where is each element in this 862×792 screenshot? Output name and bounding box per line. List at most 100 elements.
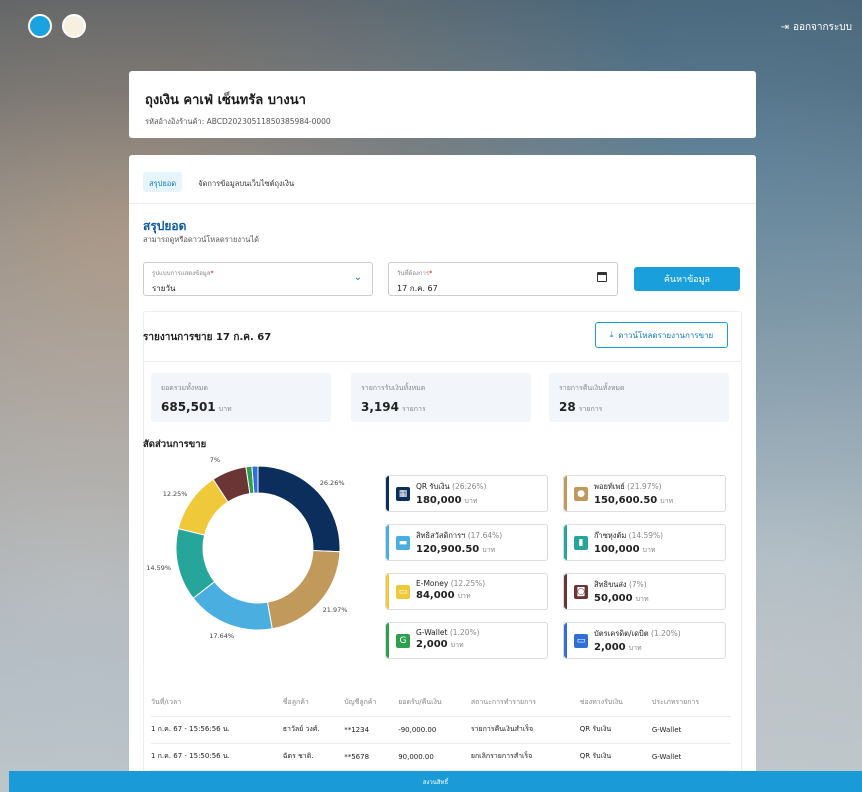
stat-total: ยอดรวมทั้งหมด 685,501 บาท: [151, 373, 331, 422]
tab-summary[interactable]: สรุปยอด: [143, 172, 183, 192]
ratio-title: สัดส่วนการขาย: [143, 439, 207, 450]
stat-unit: บาท: [218, 405, 232, 413]
cell-date: 1 ก.ค. 67 - 15:56:56 น.: [151, 716, 283, 744]
payment-name: E-Money: [416, 579, 449, 588]
col-date: วันที่/เวลา: [151, 689, 283, 717]
bank-logo: [28, 14, 52, 38]
payment-amount: 84,000: [416, 590, 455, 601]
payment-amount: 50,000: [594, 593, 633, 604]
payment-pct: (12.25%): [450, 579, 486, 588]
payment-card: ▦ QR รับเงิน (26.26%) 180,000 บาท: [385, 475, 548, 512]
cell-amount: -90,000.00: [398, 716, 471, 744]
stat-value: 3,194: [361, 400, 399, 414]
payment-name: สิทธิสวัสดิการฯ: [416, 531, 466, 540]
cell-status: ยกเลิกรายการสำเร็จ: [470, 743, 580, 771]
tab-bar: สรุปยอด จัดการข้อมูลบนเว็บไซต์ถุงเงิน: [129, 155, 756, 204]
sales-donut-chart: [175, 465, 341, 631]
payment-card: G G-Wallet (1.20%) 2,000 บาท: [385, 622, 548, 659]
welfare-card-icon: ▬: [396, 536, 410, 550]
col-status: สถานะการทำรายการ: [470, 689, 580, 717]
cell-account: **1234: [344, 716, 399, 744]
logout-icon: ⇥: [780, 22, 789, 33]
slice-label: 14.59%: [146, 563, 172, 572]
logo-group: [28, 14, 86, 38]
display-mode-select[interactable]: รูปแบบการแสดงข้อมูล* รายวัน ⌄: [143, 262, 373, 296]
cell-status: รายการคืนเงินสำเร็จ: [470, 716, 580, 744]
cell-customer: ฉัตร ชาติ.: [282, 743, 345, 771]
slice-label: 26.26%: [319, 479, 345, 488]
payment-card: ▬ สิทธิสวัสดิการฯ (17.64%) 120,900.50 บาท: [385, 524, 548, 561]
payment-name: พอยท์เพย์: [594, 482, 625, 491]
logout-label: ออกจากระบบ: [792, 22, 852, 33]
payment-pct: (1.20%): [651, 629, 681, 638]
payment-name: ก๊าซหุงต้ม: [594, 531, 627, 540]
cell-type: G-Wallet: [651, 743, 731, 771]
cell-date: 1 ก.ค. 67 - 15:50:56 น.: [151, 743, 283, 771]
cell-type: G-Wallet: [651, 716, 731, 744]
payment-unit: บาท: [628, 644, 642, 652]
color-bar: [386, 574, 389, 609]
payment-unit: บาท: [642, 546, 656, 554]
report-title: รายงานการขาย 17 ก.ค. 67: [143, 332, 272, 343]
table-row[interactable]: 1 ก.ค. 67 - 15:50:56 น. ฉัตร ชาติ. **567…: [151, 743, 731, 771]
payment-pct: (7%): [628, 580, 647, 589]
payment-card: ▮ ก๊าซหุงต้ม (14.59%) 100,000 บาท: [563, 524, 726, 561]
payment-name: QR รับเงิน: [416, 482, 450, 491]
divider: [143, 361, 742, 362]
slice-label: 7%: [209, 456, 221, 465]
stat-unit: รายการ: [401, 405, 426, 413]
payment-name: G-Wallet: [416, 628, 448, 637]
date-picker[interactable]: วันที่ต้องการ* 17 ก.ค. 67: [388, 262, 618, 296]
color-bar: [564, 525, 567, 560]
stat-refund: รายการคืนเงินทั้งหมด 28 รายการ: [549, 373, 729, 422]
cell-channel: QR รับเงิน: [579, 743, 652, 771]
gas-icon: ▮: [574, 536, 588, 550]
payment-card: ● พอยท์เพย์ (21.97%) 150,600.50 บาท: [563, 475, 726, 512]
payment-amount: 150,600.50: [594, 495, 658, 506]
footer: สงวนสิทธิ์: [9, 771, 862, 792]
chevron-down-icon: ⌄: [353, 272, 362, 283]
payment-amount: 2,000: [416, 639, 448, 650]
search-button[interactable]: ค้นหาข้อมูล: [634, 267, 740, 291]
color-bar: [386, 623, 389, 658]
date-label: วันที่ต้องการ: [397, 270, 430, 277]
payment-pct: (21.97%): [627, 482, 662, 491]
shop-name: ถุงเงิน คาเฟ่ เซ็นทรัล บางนา: [145, 93, 306, 108]
col-account: บัญชีลูกค้า: [344, 689, 399, 717]
gwallet-icon: G: [396, 634, 410, 648]
payment-unit: บาท: [464, 497, 478, 505]
main-card: สรุปยอด จัดการข้อมูลบนเว็บไซต์ถุงเงิน สร…: [129, 155, 756, 792]
download-icon: ⤓: [609, 330, 614, 339]
table-row[interactable]: 1 ก.ค. 67 - 15:56:56 น. ธาวัลย์ วงศ์. **…: [151, 716, 731, 744]
col-channel: ช่องทางรับเงิน: [579, 689, 652, 717]
cell-channel: QR รับเงิน: [579, 716, 652, 744]
color-bar: [564, 574, 567, 609]
tab-manage-website[interactable]: จัดการข้อมูลบนเว็บไซต์ถุงเงิน: [192, 172, 300, 192]
payment-amount: 120,900.50: [416, 544, 480, 555]
payment-unit: บาท: [660, 497, 674, 505]
col-type: ประเภทรายการ: [651, 689, 731, 717]
cell-account: **5678: [344, 743, 399, 771]
stat-value: 28: [559, 400, 576, 414]
payment-amount: 2,000: [594, 642, 626, 653]
calendar-icon: [597, 272, 607, 282]
stat-label: ยอดรวมทั้งหมด: [161, 384, 208, 392]
payment-pct: (1.20%): [449, 628, 480, 637]
slice-label: 17.64%: [209, 631, 235, 640]
stat-value: 685,501: [161, 400, 216, 414]
col-customer: ชื่อลูกค้า: [282, 689, 345, 717]
emoney-icon: ▭: [396, 585, 410, 599]
download-report-button[interactable]: ⤓ ดาวน์โหลดรายงานการขาย: [595, 322, 728, 348]
logout-button[interactable]: ⇥ ออกจากระบบ: [781, 20, 852, 35]
color-bar: [564, 476, 567, 511]
payment-unit: บาท: [457, 592, 471, 600]
payment-amount: 180,000: [416, 495, 462, 506]
slice-label: 21.97%: [322, 606, 348, 615]
tungngern-logo: [62, 14, 86, 38]
stat-label: รายการคืนเงินทั้งหมด: [559, 384, 625, 392]
shop-header-card: ถุงเงิน คาเฟ่ เซ็นทรัล บางนา รหัสอ้างอิง…: [129, 71, 756, 138]
stat-label: รายการรับเงินทั้งหมด: [361, 384, 426, 392]
payment-card: ▭ บัตรเครดิต/เดบิต (1.20%) 2,000 บาท: [563, 622, 726, 659]
download-label: ดาวน์โหลดรายงานการขาย: [618, 330, 714, 340]
donut-slice: [266, 549, 341, 630]
